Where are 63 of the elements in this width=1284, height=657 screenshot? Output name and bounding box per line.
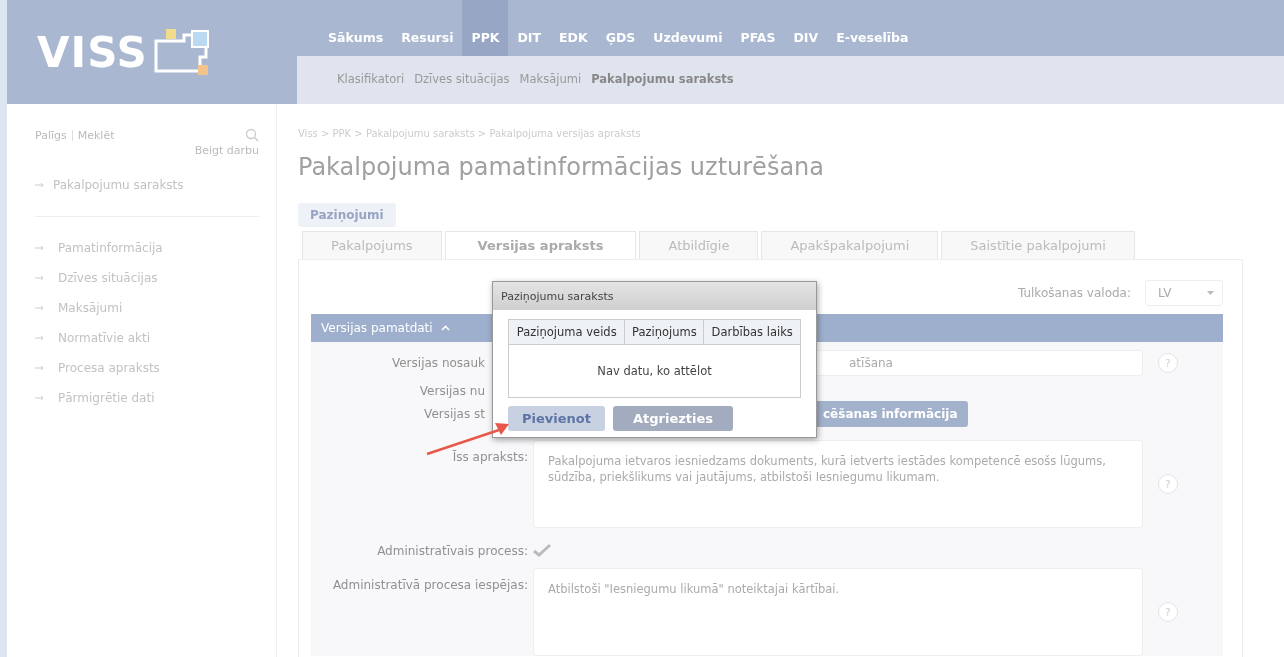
search-icon[interactable] [245,128,259,142]
subnav-item[interactable]: Dzīves situācijas [414,72,510,86]
page-title: Pakalpojuma pamatinformācijas uzturēšana [298,153,825,181]
notices-button[interactable]: Paziņojumi [298,203,396,227]
nav-item[interactable]: PPK [462,0,509,56]
nav-item[interactable]: Uzdevumi [644,0,732,56]
tab[interactable]: Saistītie pakalpojumi [941,231,1135,259]
sidebar-item[interactable]: Maksājumi [58,301,123,315]
arrow-icon [35,365,45,371]
subnav-item[interactable]: Maksājumi [519,72,582,86]
column-header[interactable]: Darbības laiks [703,319,801,345]
dialog-title: Paziņojumu saraksts [493,282,816,310]
field-label: Tulkošanas valoda: [1017,286,1131,300]
text-area[interactable]: Atbilstoši "Iesniegumu likumā" noteiktajai kārtībai. [533,568,1143,656]
help-icon[interactable]: ? [1158,474,1178,494]
nav-item[interactable]: E-veselība [827,0,918,56]
nav-item[interactable]: DIT [508,0,551,56]
dialog-button[interactable]: Atgriezties [612,406,733,431]
sidebar-link[interactable]: Palīgs [35,128,67,142]
section-title: Versijas pamatdati [321,321,433,335]
help-icon[interactable]: ? [1158,602,1178,622]
sidebar-link[interactable]: Meklēt [77,128,115,142]
nav-item[interactable]: DIV [784,0,828,56]
empty-message: Nav datu, ko attēlot [597,364,712,378]
help-icon[interactable]: ? [1158,353,1178,373]
field-label: Īss apraksts: [452,450,528,464]
back-link[interactable]: Pakalpojumu saraksts [53,178,184,192]
nav-item[interactable]: Sākums [319,0,393,56]
arrow-icon [35,182,45,188]
field-label: Versijas nu [419,384,485,398]
language-select[interactable]: LV [1145,280,1223,306]
column-header[interactable]: Paziņojums [624,319,704,345]
nav-item[interactable]: ĢDS [596,0,645,56]
arrow-icon [35,245,45,251]
nav-item[interactable]: Resursi [392,0,463,56]
logout-link[interactable]: Beigt darbu [35,144,259,157]
field-label: Versijas nosauk [391,356,485,370]
subnav-item[interactable]: Pakalpojumu saraksts [591,72,734,86]
arrow-icon [35,395,45,401]
field-label: Administratīvais process: [377,544,528,558]
field-label: Versijas st [424,407,485,421]
tab[interactable]: Apakšpakalpojumi [761,231,939,259]
sidebar-item[interactable]: Pamatinformācija [58,241,163,255]
sidebar-item[interactable]: Pārmigrētie dati [58,391,155,405]
sidebar-item[interactable]: Dzīves situācijas [58,271,158,285]
nav-item[interactable]: PFAS [731,0,785,56]
chevron-icon [440,325,450,331]
sidebar-item[interactable]: Procesa apraksts [58,361,160,375]
tab[interactable]: Atbildīgie [639,231,759,259]
logo-text: VISS [37,27,148,77]
text-area[interactable]: Pakalpojuma ietvaros iesniedzams dokuments, kurā ietverts iestādes kompetencē esošs lūgums, sūdzība, priekšlikums vai jautājums, atbilstoši Iesniegumu likumam. [533,440,1143,528]
nav-item[interactable]: EDK [550,0,597,56]
caret-icon [1207,291,1214,295]
tab[interactable]: Versijas apraksts [444,231,637,259]
arrow-icon [35,335,45,341]
arrow-icon [35,305,45,311]
sidebar-item[interactable]: Normatīvie akti [58,331,151,345]
tab[interactable]: Pakalpojums [302,231,442,259]
arrow-icon [35,275,45,281]
subnav-item[interactable]: Klasifikatori [337,72,405,86]
field-label: Administratīvā procesa iespējas: [332,578,528,592]
column-header[interactable]: Paziņojuma veids [508,319,625,345]
dialog-button[interactable]: Pievienot [508,406,605,431]
